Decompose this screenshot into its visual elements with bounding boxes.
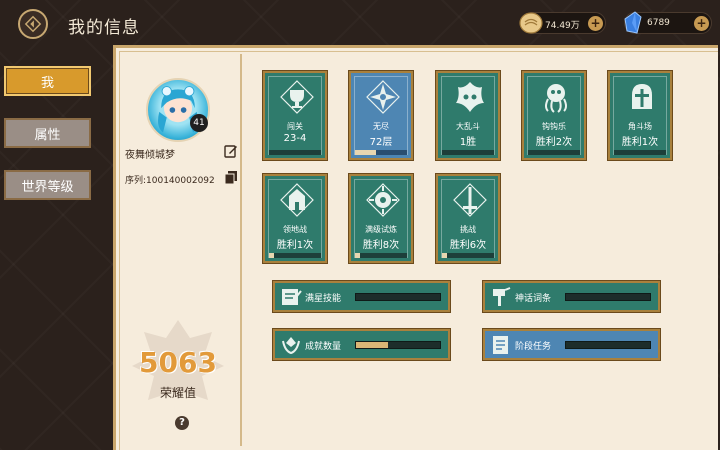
card-value: 胜利8次 bbox=[362, 240, 400, 251]
card-progress bbox=[614, 150, 666, 155]
gold-currency: 74.49万 + bbox=[519, 12, 606, 34]
progress-myth-affix[interactable]: 神话词条 bbox=[483, 281, 660, 312]
tab-attributes[interactable]: 属性 bbox=[4, 118, 91, 148]
tab-world-level[interactable]: 世界等级 bbox=[4, 170, 91, 200]
crystal-icon bbox=[624, 11, 642, 34]
flame-mask-icon bbox=[456, 82, 484, 112]
hammer-icon bbox=[493, 287, 511, 306]
card-name: 闯关 bbox=[287, 122, 303, 131]
card-trial[interactable]: 满级试炼 胜利8次 bbox=[349, 174, 413, 263]
player-id: 序列:100140002092 bbox=[125, 176, 215, 186]
back-diamond-icon bbox=[24, 15, 42, 33]
card-value: 胜利2次 bbox=[535, 137, 573, 148]
progress-stage-tasks[interactable]: 阶段任务 bbox=[483, 329, 660, 360]
card-progress bbox=[355, 253, 407, 258]
progress-full-star-skills[interactable]: 满星技能 bbox=[273, 281, 450, 312]
card-progress bbox=[269, 253, 321, 258]
gem-value: 6789 bbox=[647, 18, 670, 28]
laurel-crown-icon bbox=[282, 337, 300, 355]
card-progress bbox=[442, 150, 494, 155]
card-stage[interactable]: 闯关 23-4 bbox=[263, 71, 327, 160]
trophy-icon bbox=[280, 80, 314, 114]
card-value: 胜利1次 bbox=[276, 240, 314, 251]
card-value: 胜利6次 bbox=[449, 240, 487, 251]
honor-label: 荣耀值 bbox=[159, 386, 196, 400]
card-brawl[interactable]: 大乱斗 1胜 bbox=[436, 71, 500, 160]
task-list-icon bbox=[493, 336, 508, 354]
card-progress-fill bbox=[355, 253, 361, 258]
panel-divider bbox=[240, 54, 242, 446]
honor-value: 5063 bbox=[139, 346, 217, 379]
card-name: 领地战 bbox=[283, 225, 307, 234]
card-name: 钩钩乐 bbox=[542, 122, 566, 131]
card-value: 72层 bbox=[369, 137, 393, 148]
card-territory[interactable]: 领地战 胜利1次 bbox=[263, 174, 327, 263]
progress-track bbox=[355, 293, 441, 301]
card-progress-fill bbox=[442, 253, 448, 258]
back-button[interactable] bbox=[18, 9, 48, 39]
top-bar: 我的信息 74.49万 + 6789 + bbox=[0, 0, 720, 48]
card-name: 角斗场 bbox=[628, 122, 652, 131]
avatar[interactable] bbox=[146, 78, 210, 142]
progress-track bbox=[355, 341, 441, 349]
progress-label: 成就数量 bbox=[305, 342, 342, 352]
gladiator-helmet-icon bbox=[632, 84, 652, 109]
progress-label: 阶段任务 bbox=[515, 342, 552, 352]
card-hook[interactable]: 钩钩乐 胜利2次 bbox=[522, 71, 586, 160]
level-badge: 41 bbox=[190, 114, 208, 132]
castle-icon bbox=[280, 183, 314, 217]
card-progress bbox=[442, 253, 494, 258]
gold-value: 74.49万 bbox=[545, 21, 580, 31]
card-value: 1胜 bbox=[459, 137, 477, 148]
player-name: 夜舞倾城梦 bbox=[125, 150, 175, 161]
card-progress bbox=[355, 150, 407, 155]
card-arena[interactable]: 角斗场 胜利1次 bbox=[608, 71, 672, 160]
card-name: 无尽 bbox=[373, 122, 389, 131]
card-progress-fill bbox=[355, 150, 376, 155]
edit-icon[interactable] bbox=[224, 144, 238, 158]
scroll-quill-icon bbox=[282, 289, 302, 305]
card-name: 大乱斗 bbox=[456, 122, 480, 131]
progress-track bbox=[565, 341, 651, 349]
card-challenge[interactable]: 挑战 胜利6次 bbox=[436, 174, 500, 263]
progress-label: 神话词条 bbox=[515, 294, 552, 304]
sword-icon bbox=[453, 183, 487, 217]
octopus-icon bbox=[545, 84, 567, 113]
coin-icon bbox=[519, 12, 543, 34]
sun-eye-icon bbox=[366, 183, 400, 217]
card-name: 满级试炼 bbox=[365, 225, 397, 234]
card-progress-fill bbox=[269, 253, 275, 258]
progress-achievements[interactable]: 成就数量 bbox=[273, 329, 450, 360]
add-gold-button[interactable]: + bbox=[588, 16, 603, 31]
gem-currency: 6789 + bbox=[624, 11, 712, 34]
add-gem-button[interactable]: + bbox=[694, 16, 709, 31]
card-name: 挑战 bbox=[460, 225, 476, 234]
progress-label: 满星技能 bbox=[305, 294, 342, 304]
tab-me[interactable]: 我 bbox=[4, 66, 91, 96]
copy-icon[interactable] bbox=[224, 170, 238, 184]
compass-star-icon bbox=[366, 80, 400, 114]
info-panel: 41 夜舞倾城梦 序列:100140002092 5063 荣耀值 ? 闯关 2… bbox=[113, 45, 718, 450]
progress-track bbox=[565, 293, 651, 301]
card-progress bbox=[528, 150, 580, 155]
card-value: 23-4 bbox=[283, 133, 307, 144]
card-value: 胜利1次 bbox=[621, 137, 659, 148]
page-title: 我的信息 bbox=[68, 18, 140, 38]
card-endless[interactable]: 无尽 72层 bbox=[349, 71, 413, 160]
progress-fill bbox=[356, 342, 388, 348]
help-icon[interactable]: ? bbox=[175, 416, 189, 430]
card-progress bbox=[269, 150, 321, 155]
